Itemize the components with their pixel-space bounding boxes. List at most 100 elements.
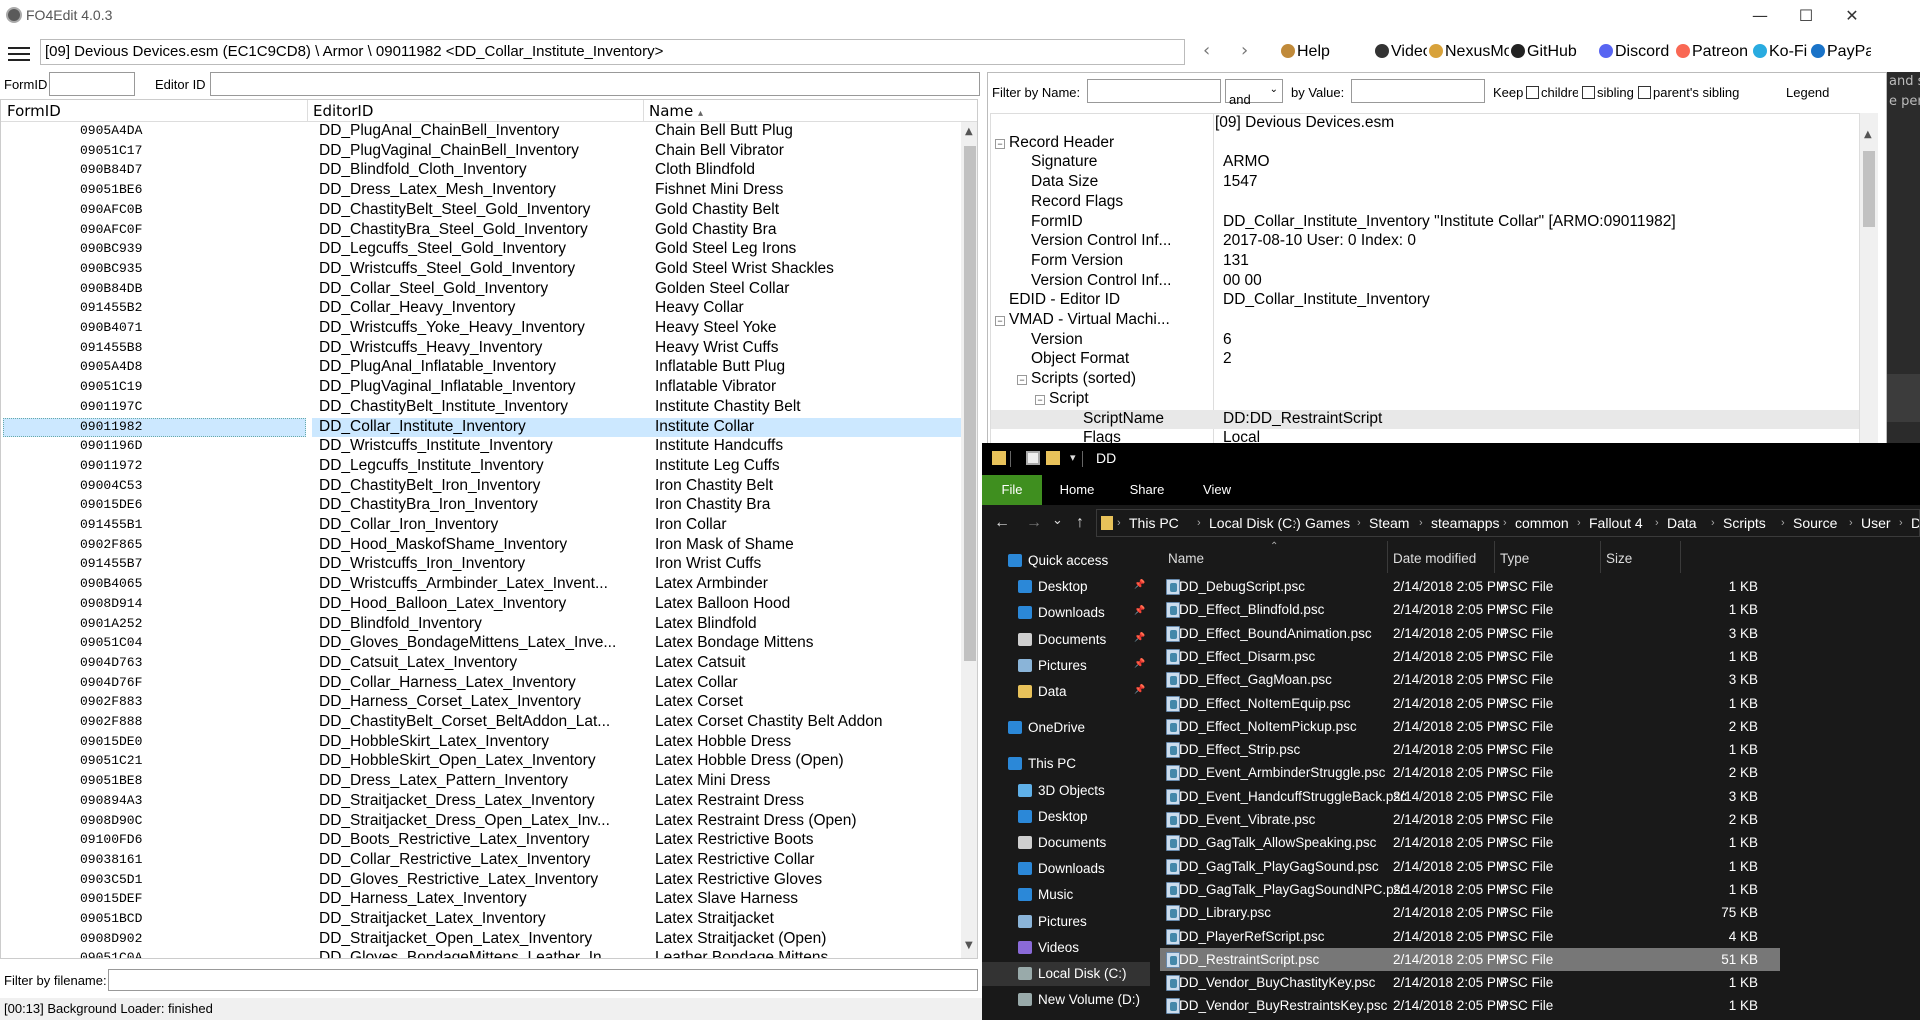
column-name[interactable]: Name ▴	[649, 102, 703, 122]
table-row[interactable]: 09015DEF DD_Harness_Latex_Inventory Latex …	[1, 890, 961, 910]
file-row[interactable]: DD_GagTalk_AllowSpeaking.psc 2/14/2018 2:…	[1160, 831, 1780, 854]
breadcrumb-chevron-icon[interactable]: ›	[1655, 517, 1659, 529]
breadcrumb-chevron-icon[interactable]: ›	[1781, 517, 1785, 529]
file-row[interactable]: DD_Effect_NoItemEquip.psc 2/14/2018 2:05 …	[1160, 692, 1780, 715]
table-row[interactable]: 0901A252 DD_Blindfold_Inventory Latex Blin…	[1, 615, 961, 635]
keep-siblings-checkbox[interactable]: siblings	[1582, 85, 1634, 100]
record-field-row[interactable]: Record Flags	[991, 193, 1859, 213]
table-row[interactable]: 0905A4DA DD_PlugAnal_ChainBell_Inventory C…	[1, 122, 961, 142]
back-arrow-icon[interactable]: ‹	[1203, 40, 1210, 61]
record-field-row[interactable]: − Scripts (sorted)	[991, 370, 1859, 390]
table-row[interactable]: 09004C53 DD_ChastityBelt_Iron_Inventory Ir…	[1, 477, 961, 497]
up-arrow-icon[interactable]: ↑	[1076, 514, 1084, 532]
scroll-down-icon[interactable]: ▼	[965, 940, 973, 951]
filename-filter-input[interactable]	[108, 969, 978, 991]
column-name[interactable]: Name	[1168, 551, 1204, 566]
nav-item-pictures[interactable]: Pictures 📌	[982, 654, 1150, 678]
column-separator[interactable]	[1387, 541, 1388, 573]
table-row[interactable]: 090AFC0F DD_ChastityBra_Steel_Gold_Invent…	[1, 221, 961, 241]
breadcrumb-item[interactable]: DD	[1911, 515, 1919, 531]
record-field-row[interactable]: − Record Header	[991, 134, 1859, 154]
keep-children-checkbox[interactable]: children	[1526, 85, 1578, 100]
link-discord[interactable]: Discord	[1599, 43, 1675, 61]
scroll-up-icon[interactable]: ▲	[965, 126, 973, 137]
table-row[interactable]: 0901197C DD_ChastityBelt_Institute_Invent…	[1, 398, 961, 418]
link-patreon[interactable]: Patreon	[1676, 43, 1751, 61]
record-field-row[interactable]: Object Format 2	[991, 350, 1859, 370]
tab-file[interactable]: File	[982, 475, 1042, 505]
forward-arrow-icon[interactable]: ›	[1241, 40, 1248, 61]
record-view-scrollbar[interactable]: ▲	[1860, 113, 1878, 445]
file-row[interactable]: DD_Vendor_BuyRestraintsKey.psc 2/14/2018 …	[1160, 994, 1780, 1017]
editorid-filter-input[interactable]	[210, 72, 980, 96]
breadcrumb-item[interactable]: common	[1515, 515, 1569, 531]
customize-quick-access-icon[interactable]: ▾	[1070, 451, 1076, 464]
table-row[interactable]: 09038161 DD_Collar_Restrictive_Latex_Inve…	[1, 851, 961, 871]
nav-pane-scrollbar[interactable]	[1150, 541, 1160, 1020]
breadcrumb-chevron-icon[interactable]: ›	[1577, 517, 1581, 529]
record-field-row[interactable]: ScriptName DD:DD_RestraintScript	[991, 409, 1859, 430]
table-row[interactable]: 091455B7 DD_Wristcuffs_Iron_Inventory Iron…	[1, 555, 961, 575]
table-row[interactable]: 0904D76F DD_Collar_Harness_Latex_Inventor…	[1, 674, 961, 694]
scrollbar-thumb[interactable]	[964, 146, 976, 661]
file-row[interactable]: DD_Effect_GagMoan.psc 2/14/2018 2:05 PM PS…	[1160, 668, 1780, 691]
nav-item-documents[interactable]: Documents	[982, 831, 1150, 855]
table-row[interactable]: 09051BCD DD_Straitjacket_Latex_Inventory L…	[1, 910, 961, 930]
breadcrumb-chevron-icon[interactable]: ›	[1419, 517, 1423, 529]
file-row[interactable]: DD_PlayerRefScript.psc 2/14/2018 2:05 PM P…	[1160, 925, 1780, 948]
link-kofi[interactable]: Ko-Fi	[1753, 43, 1809, 61]
column-separator[interactable]	[1494, 541, 1495, 573]
table-row[interactable]: 090BC935 DD_Wristcuffs_Steel_Gold_Invento…	[1, 260, 961, 280]
table-row[interactable]: 090B84D7 DD_Blindfold_Cloth_Inventory Clot…	[1, 161, 961, 181]
nav-item-downloads[interactable]: Downloads 📌	[982, 601, 1150, 625]
breadcrumb-item[interactable]: Steam	[1369, 515, 1409, 531]
link-videos[interactable]: Videos	[1375, 43, 1427, 61]
breadcrumb-item[interactable]: Fallout 4	[1589, 515, 1643, 531]
collapse-toggle-icon[interactable]: −	[995, 138, 1005, 149]
nav-item-desktop[interactable]: Desktop	[982, 805, 1150, 829]
scroll-up-icon[interactable]: ▲	[1864, 129, 1872, 140]
nav-item-music[interactable]: Music	[982, 883, 1150, 907]
record-field-row[interactable]: Version 6	[991, 331, 1859, 351]
breadcrumb-chevron-icon[interactable]: ›	[1117, 517, 1121, 529]
filter-by-name-input[interactable]	[1087, 79, 1221, 103]
table-row[interactable]: 091455B8 DD_Wristcuffs_Heavy_Inventory Hea…	[1, 339, 961, 359]
column-separator[interactable]	[643, 100, 644, 122]
new-folder-icon[interactable]	[1046, 451, 1060, 465]
link-nexusmods[interactable]: NexusMods	[1429, 43, 1509, 61]
collapse-toggle-icon[interactable]: −	[1017, 375, 1027, 386]
column-separator[interactable]	[307, 100, 308, 122]
table-row[interactable]: 09015DE6 DD_ChastityBra_Iron_Inventory Iro…	[1, 496, 961, 516]
table-row[interactable]: 091455B1 DD_Collar_Iron_Inventory Iron Col…	[1, 516, 961, 536]
forward-arrow-icon[interactable]: →	[1026, 514, 1042, 532]
table-row[interactable]: 090B4065 DD_Wristcuffs_Armbinder_Latex_In…	[1, 575, 961, 595]
file-row[interactable]: DD_Effect_BoundAnimation.psc 2/14/2018 2:…	[1160, 622, 1780, 645]
file-row[interactable]: DD_Effect_NoItemPickup.psc 2/14/2018 2:05…	[1160, 715, 1780, 738]
table-row[interactable]: 0902F865 DD_Hood_MaskofShame_Inventory Iro…	[1, 536, 961, 556]
record-field-row[interactable]: Form Version 131	[991, 252, 1859, 272]
and-or-select[interactable]: and ⌄	[1225, 79, 1283, 107]
record-field-row[interactable]: EDID - Editor ID DD_Collar_Institute_Inve…	[991, 291, 1859, 311]
breadcrumb-item[interactable]: Local Disk (C:)	[1209, 515, 1301, 531]
column-date-modified[interactable]: Date modified	[1393, 551, 1476, 566]
link-paypal[interactable]: PayPal	[1811, 43, 1871, 61]
record-field-row[interactable]: − Script	[991, 390, 1859, 410]
column-formid[interactable]: FormID	[7, 102, 61, 122]
nav-item-videos[interactable]: Videos	[982, 936, 1150, 960]
table-row[interactable]: 09051BE8 DD_Dress_Latex_Pattern_Inventory…	[1, 772, 961, 792]
table-row[interactable]: 0905A4D8 DD_PlugAnal_Inflatable_Inventory…	[1, 358, 961, 378]
nav-item-pictures[interactable]: Pictures	[982, 910, 1150, 934]
table-row[interactable]: 0902F883 DD_Harness_Corset_Latex_Inventor…	[1, 693, 961, 713]
breadcrumb-chevron-icon[interactable]: ›	[1899, 517, 1903, 529]
file-row[interactable]: DD_Event_HandcuffStruggleBack.psc 2/14/20…	[1160, 785, 1780, 808]
file-row[interactable]: DD_Vendor_BuyChastityKey.psc 2/14/2018 2:…	[1160, 971, 1780, 994]
file-row[interactable]: DD_Effect_Strip.psc 2/14/2018 2:05 PM PSC …	[1160, 738, 1780, 761]
file-row[interactable]: DD_GagTalk_PlayGagSound.psc 2/14/2018 2:0…	[1160, 855, 1780, 878]
record-field-row[interactable]: Signature ARMO	[991, 153, 1859, 173]
breadcrumb-chevron-icon[interactable]: ›	[1357, 517, 1361, 529]
breadcrumb-chevron-icon[interactable]: ›	[1503, 517, 1507, 529]
breadcrumb-chevron-icon[interactable]: ›	[1711, 517, 1715, 529]
file-row[interactable]: DD_Effect_Blindfold.psc 2/14/2018 2:05 PM…	[1160, 598, 1780, 621]
link-github[interactable]: GitHub	[1511, 43, 1597, 61]
column-editorid[interactable]: EditorID	[313, 102, 373, 122]
